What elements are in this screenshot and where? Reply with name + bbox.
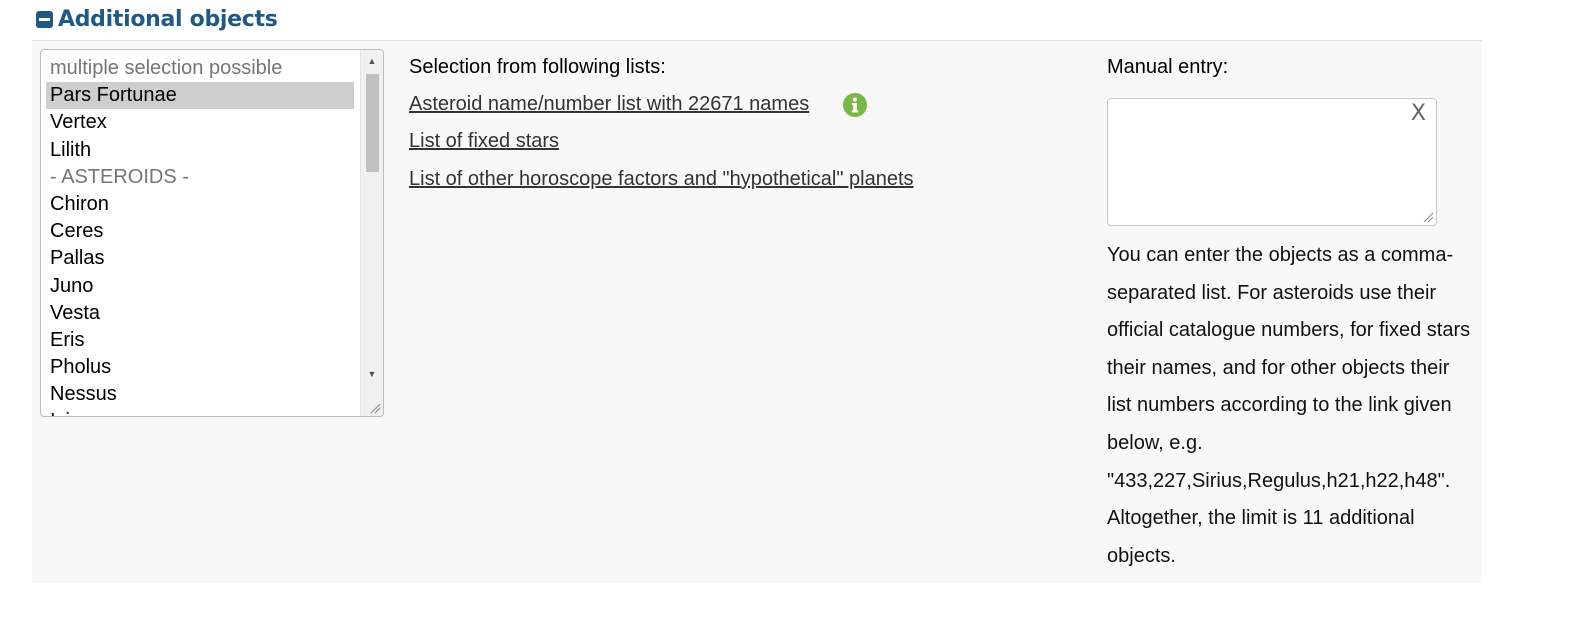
manual-entry-textarea[interactable]: X	[1107, 98, 1437, 226]
fixed-stars-link[interactable]: List of fixed stars	[409, 130, 559, 153]
listbox-option[interactable]: Vertex	[46, 109, 354, 136]
other-factors-link[interactable]: List of other horoscope factors and "hyp…	[409, 168, 914, 191]
scrollbar-thumb[interactable]	[366, 74, 379, 172]
listbox-placeholder: multiple selection possible	[50, 57, 283, 79]
resize-grip-icon[interactable]	[369, 402, 381, 414]
manual-entry-help: You can enter the objects as a comma-sep…	[1107, 244, 1471, 567]
clear-icon[interactable]: X	[1411, 101, 1426, 126]
scroll-up-arrow-icon[interactable]: ▲	[361, 52, 383, 70]
asteroid-list-link[interactable]: Asteroid name/number list with 22671 nam…	[409, 93, 809, 116]
listbox-option[interactable]: Pholus	[46, 354, 354, 381]
listbox-option[interactable]: Pallas	[46, 245, 354, 272]
listbox-option[interactable]: Ceres	[46, 218, 354, 245]
additional-objects-panel: multiple selection possible Pars Fortuna…	[32, 41, 1482, 583]
manual-entry-label: Manual entry:	[1107, 56, 1229, 78]
section-header[interactable]: Additional objects	[36, 4, 278, 34]
lists-heading: Selection from following lists:	[409, 56, 666, 78]
listbox-options: multiple selection possible Pars Fortuna…	[46, 55, 354, 416]
listbox-option[interactable]: Nessus	[46, 381, 354, 408]
listbox-option[interactable]: Lilith	[46, 137, 354, 164]
listbox-option[interactable]: Chiron	[46, 191, 354, 218]
scroll-down-arrow-icon[interactable]: ▼	[361, 365, 383, 383]
listbox-option[interactable]: Ixion	[46, 408, 354, 416]
listbox-scrollbar[interactable]: ▲ ▼	[360, 50, 383, 416]
resize-grip-icon[interactable]	[1422, 211, 1434, 223]
info-icon[interactable]	[843, 93, 867, 117]
collapse-icon[interactable]	[36, 10, 53, 28]
listbox-option[interactable]: Eris	[46, 327, 354, 354]
listbox-group-label: - ASTEROIDS -	[50, 165, 189, 188]
listbox-option[interactable]: Vesta	[46, 300, 354, 327]
listbox-option[interactable]: Pars Fortunae	[46, 82, 354, 110]
listbox-option[interactable]: Juno	[46, 273, 354, 300]
objects-multiselect[interactable]: multiple selection possible Pars Fortuna…	[40, 49, 384, 417]
section-title: Additional objects	[58, 6, 278, 32]
